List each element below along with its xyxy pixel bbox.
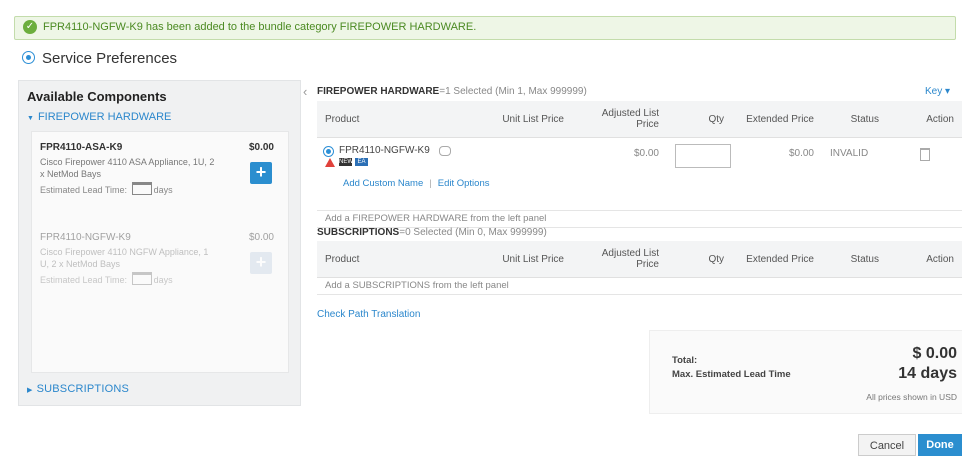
caret-down-icon: ▼ [27,115,34,122]
col-qty: Qty [667,241,732,278]
add-hint-row: Add a SUBSCRIPTIONS from the left panel [317,277,962,295]
add-hint-row: Add a FIREPOWER HARDWARE from the left p… [317,210,962,228]
component-lead-time: Estimated Lead Time: days [40,182,173,195]
radio-circle-icon [22,51,35,64]
total-value: $ 0.00 [912,345,957,362]
col-unit-list-price: Unit List Price [477,241,572,278]
subscriptions-table: Product Unit List Price Adjusted List Pr… [317,241,962,295]
category-subscriptions[interactable]: ▶ SUBSCRIPTIONS [27,383,129,395]
col-product: Product [317,241,477,278]
service-preferences-toggle[interactable]: Service Preferences [22,50,177,67]
panel-title: Available Components [27,89,167,104]
category-firepower-hardware[interactable]: ▼ FIREPOWER HARDWARE [27,111,171,123]
done-button[interactable]: Done [918,434,962,456]
link-separator: | [429,178,432,189]
comment-icon[interactable] [439,146,451,156]
extended-price: $0.00 [732,137,822,211]
col-unit-list-price: Unit List Price [477,101,572,138]
collapse-panel-chevron-icon[interactable]: ‹ [303,84,307,99]
lead-time-label: Max. Estimated Lead Time [672,369,791,380]
check-path-translation-link[interactable]: Check Path Translation [317,309,420,320]
qty-input[interactable] [675,144,731,168]
col-product: Product [317,101,477,138]
component-price: $0.00 [248,142,274,153]
component-description: Cisco Firepower 4110 ASA Appliance, 1U, … [40,157,215,179]
add-component-button-disabled: + [250,252,272,274]
component-name: FPR4110-ASA-K9 [40,142,123,153]
table-header-row: Product Unit List Price Adjusted List Pr… [317,101,962,138]
banner-message: FPR4110-NGFW-K9 has been added to the bu… [43,21,477,33]
product-cell: FPR4110-NGFW-K9 NEW EA Add Custom Name | E… [321,138,489,210]
calendar-icon [131,182,152,195]
col-status: Status [822,241,887,278]
currency-note: All prices shown in USD [866,392,957,402]
component-list: FPR4110-ASA-K9 $0.00 Cisco Firepower 411… [31,131,289,373]
success-banner: ✓ FPR4110-NGFW-K9 has been added to the … [14,16,956,40]
col-adjusted-list-price: Adjusted List Price [572,241,667,278]
product-badge: NEW [339,158,353,166]
col-action: Action [887,241,962,278]
component-description: Cisco Firepower 4110 NGFW Appliance, 1 U… [40,247,209,269]
add-custom-name-link[interactable]: Add Custom Name [343,178,423,189]
warning-icon [325,158,335,167]
col-action: Action [887,101,962,138]
component-lead-time: Estimated Lead Time: days [40,272,173,285]
adjusted-list-price: $0.00 [572,137,667,211]
expand-circle-icon[interactable] [323,146,334,157]
hardware-table: Product Unit List Price Adjusted List Pr… [317,101,962,228]
add-component-button[interactable]: + [250,162,272,184]
table-header-row: Product Unit List Price Adjusted List Pr… [317,241,962,278]
trash-icon[interactable] [919,148,930,161]
available-components-panel: Available Components ▼ FIREPOWER HARDWARE… [18,80,301,406]
component-name: FPR4110-NGFW-K9 [40,232,131,243]
service-preferences-label: Service Preferences [42,50,178,67]
total-label: Total: [672,355,698,366]
caret-right-icon: ▶ [27,387,33,394]
col-adjusted-list-price: Adjusted List Price [572,101,667,138]
component-price: $0.00 [248,232,274,243]
check-circle-icon: ✓ [23,20,37,34]
lead-time-value: 14 days [898,365,957,382]
col-extended-price: Extended Price [732,241,822,278]
subscriptions-section-header: SUBSCRIPTIONS=0 Selected (Min 0, Max 999… [317,227,547,238]
product-name: FPR4110-NGFW-K9 [339,145,430,156]
status-value: INVALID [822,137,887,211]
totals-box: Total: Max. Estimated Lead Time $ 0.00 1… [649,330,962,414]
col-extended-price: Extended Price [732,101,822,138]
table-row: FPR4110-NGFW-K9 NEW EA Add Custom Name | E… [317,137,962,211]
key-dropdown[interactable]: Key ▾ [925,86,950,97]
cancel-button[interactable]: Cancel [858,434,916,456]
hardware-section-header: FIREPOWER HARDWARE=1 Selected (Min 1, Ma… [317,86,587,97]
col-qty: Qty [667,101,732,138]
edit-options-link[interactable]: Edit Options [438,178,490,189]
unit-list-price [477,137,572,211]
calendar-icon [131,272,152,285]
col-status: Status [822,101,887,138]
product-badge: EA [355,158,368,166]
